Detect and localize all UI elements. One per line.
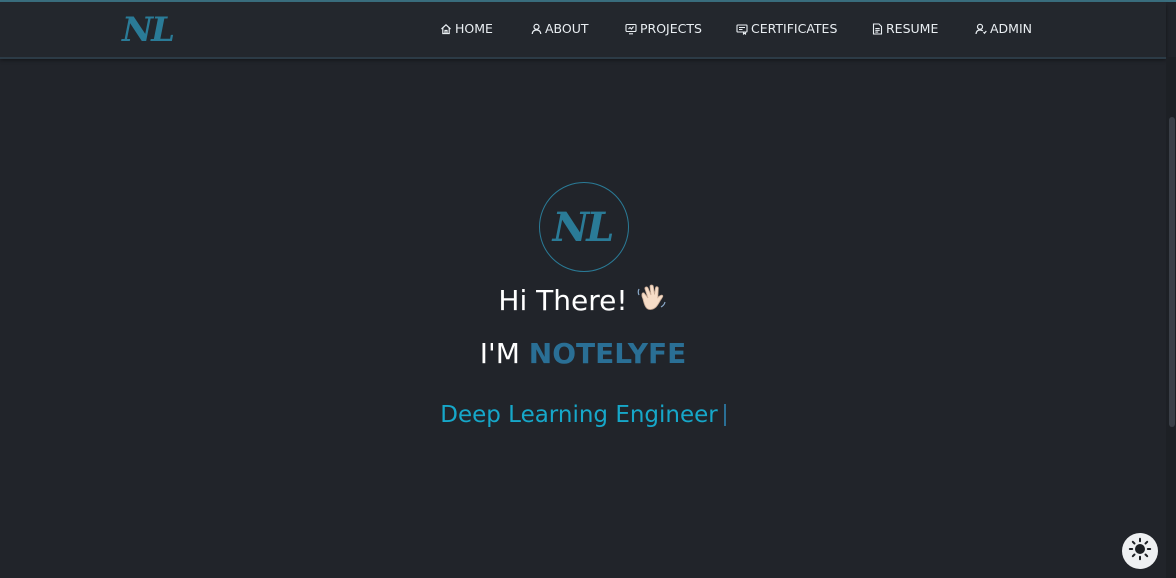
admin-user-icon bbox=[975, 23, 987, 35]
intro-prefix: I'M bbox=[479, 337, 529, 370]
greeting-text: Hi There! bbox=[498, 284, 628, 317]
user-icon bbox=[531, 23, 542, 35]
nav-item-label: ADMIN bbox=[990, 21, 1032, 36]
typing-cursor bbox=[723, 404, 726, 426]
theme-toggle-button[interactable] bbox=[1122, 533, 1158, 569]
site-logo[interactable]: NL bbox=[122, 10, 175, 50]
nav-item-label: PROJECTS bbox=[640, 21, 702, 36]
greeting-heading: Hi There! bbox=[0, 280, 1166, 323]
page: NL HOME ABOUT PROJECTS CERTIFICATES RESU… bbox=[0, 0, 1176, 578]
home-icon bbox=[440, 23, 452, 35]
navbar: NL HOME ABOUT PROJECTS CERTIFICATES RESU… bbox=[0, 2, 1166, 57]
avatar: NL bbox=[539, 182, 629, 272]
navbar-divider bbox=[0, 57, 1166, 59]
nav-item-label: HOME bbox=[455, 21, 493, 36]
avatar-logo-text: NL bbox=[552, 203, 615, 251]
nav-item-about[interactable]: ABOUT bbox=[531, 21, 589, 36]
certificate-icon bbox=[736, 23, 748, 35]
scrollbar[interactable] bbox=[1166, 57, 1176, 578]
nav-item-label: ABOUT bbox=[545, 21, 589, 36]
scrollbar-thumb[interactable] bbox=[1169, 117, 1175, 427]
nav-item-resume[interactable]: RESUME bbox=[872, 21, 938, 36]
role-text: Deep Learning Engineer bbox=[440, 402, 718, 428]
nav-item-label: CERTIFICATES bbox=[751, 21, 838, 36]
intro-heading: I'M NOTELYFE bbox=[0, 336, 1166, 372]
nav-item-certificates[interactable]: CERTIFICATES bbox=[736, 21, 837, 36]
nav-item-projects[interactable]: PROJECTS bbox=[625, 21, 702, 36]
nav-item-label: RESUME bbox=[886, 21, 939, 36]
sun-icon bbox=[1128, 537, 1152, 565]
name-text: NOTELYFE bbox=[528, 337, 687, 370]
role-typewriter: Deep Learning Engineer bbox=[0, 400, 1166, 430]
waving-hand-icon bbox=[634, 280, 668, 323]
document-icon bbox=[872, 22, 883, 35]
projects-icon bbox=[625, 23, 637, 35]
nav-item-home[interactable]: HOME bbox=[440, 21, 493, 36]
nav-item-admin[interactable]: ADMIN bbox=[975, 21, 1032, 36]
